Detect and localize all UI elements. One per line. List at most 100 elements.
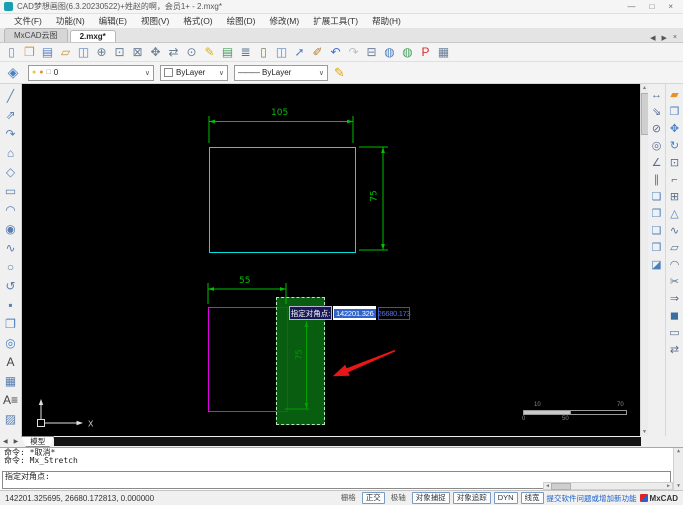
canvas-horizontal-scrollbar[interactable] (54, 437, 641, 446)
ellipse-icon[interactable]: ○ (2, 257, 20, 276)
open-folder-icon[interactable]: ▱ (57, 44, 74, 60)
status-toggle[interactable]: 对象捕捉 (411, 492, 450, 504)
menu-item[interactable]: 功能(N) (50, 14, 91, 28)
open-drawing-icon[interactable]: ❒ (21, 44, 38, 60)
color-pencil-icon[interactable]: ✎ (334, 65, 345, 81)
undo-icon[interactable]: ↶ (327, 44, 344, 60)
menu-item[interactable]: 帮助(H) (366, 14, 407, 28)
pedit-icon[interactable]: ▱ (667, 239, 683, 256)
status-toggle[interactable]: 栅格 (338, 493, 359, 503)
canvas-vertical-scrollbar[interactable]: ▲ ▼ (640, 84, 649, 436)
menu-item[interactable]: 扩展工具(T) (307, 14, 364, 28)
polygon2-icon[interactable]: ◇ (2, 162, 20, 181)
select-icon[interactable]: ➚ (291, 44, 308, 60)
dyn-x-input[interactable]: 142201.326 (333, 306, 376, 320)
tab-2mxg[interactable]: 2.mxg* (69, 30, 116, 42)
paste-icon[interactable]: ❑ (649, 222, 665, 239)
status-toggle[interactable]: 对象追踪 (452, 492, 491, 504)
layers-icon[interactable]: ◈ (4, 64, 22, 81)
publish-web-icon[interactable]: ◍ (381, 44, 398, 60)
move-icon[interactable]: ✥ (667, 120, 683, 137)
menu-item[interactable]: 修改(M) (263, 14, 305, 28)
command-window[interactable]: 命令: *取消*命令: Mx_Stretch以交叉窗口选择要拉伸的对象 指定对角… (0, 447, 683, 490)
draw-edit-icon[interactable]: ✎ (201, 44, 218, 60)
new-file-icon[interactable]: ▯ (3, 44, 20, 60)
scrollbar-thumb[interactable] (551, 482, 572, 490)
status-toggle[interactable]: DYN (493, 492, 518, 504)
command-vertical-scrollbar[interactable]: ▲ ▼ (673, 448, 683, 490)
arc-segment-icon[interactable]: ↷ (2, 124, 20, 143)
layer-dropdown[interactable]: ● ● □ 0 ∨ (28, 64, 154, 81)
circle-icon[interactable]: ◉ (2, 219, 20, 238)
image-icon[interactable]: ▦ (2, 371, 20, 390)
scroll-left-icon[interactable]: ◀ (544, 483, 551, 489)
print-icon[interactable]: ⊟ (363, 44, 380, 60)
menu-item[interactable]: 编辑(E) (93, 14, 133, 28)
zoom-object-icon[interactable]: ⊙ (183, 44, 200, 60)
status-toggle[interactable]: 正交 (361, 492, 385, 504)
save-as-icon[interactable]: ◫ (75, 44, 92, 60)
explode-icon[interactable]: ▭ (667, 324, 683, 341)
fillet-icon[interactable]: ◠ (667, 256, 683, 273)
menu-item[interactable]: 格式(O) (177, 14, 218, 28)
paste-block-icon[interactable]: ❒ (649, 239, 665, 256)
command-horizontal-scrollbar[interactable]: ◀ ▶ (543, 482, 673, 490)
save-file-icon[interactable]: ▤ (39, 44, 56, 60)
spline-icon[interactable]: ∿ (2, 238, 20, 257)
scroll-down-icon[interactable]: ▼ (642, 428, 647, 436)
linear-dim-icon[interactable]: ↔ (649, 86, 665, 103)
ray-icon[interactable]: ⇗ (2, 105, 20, 124)
erase-icon[interactable]: ▰ (667, 86, 683, 103)
aligned-dim-icon[interactable]: ⇘ (649, 103, 665, 120)
radius-dim-icon[interactable]: ◎ (649, 137, 665, 154)
tab-prev-icon[interactable]: ◀ (650, 34, 655, 42)
tab-next-icon[interactable]: ▶ (662, 34, 667, 42)
array-icon[interactable]: ⊞ (667, 188, 683, 205)
arc-icon[interactable]: ◠ (2, 200, 20, 219)
angular-dim-icon[interactable]: ∠ (649, 154, 665, 171)
text-icon[interactable]: A (2, 352, 20, 371)
diameter-dim-icon[interactable]: ⊘ (649, 120, 665, 137)
polygon-icon[interactable]: ⌂ (2, 143, 20, 162)
zoom-scale-icon[interactable]: ⇄ (165, 44, 182, 60)
dim-style-icon[interactable]: ∥ (649, 171, 665, 188)
tab-mxcad-cloud[interactable]: MxCAD云图 (4, 28, 68, 42)
trim-icon[interactable]: ✂ (667, 273, 683, 290)
close-button[interactable]: × (668, 2, 673, 11)
mtext-lines-icon[interactable]: ≣ (237, 44, 254, 60)
color-lines-icon[interactable]: ▤ (219, 44, 236, 60)
line-icon[interactable]: ╱ (2, 86, 20, 105)
point-icon[interactable]: ▪ (2, 295, 20, 314)
minimize-button[interactable]: — (627, 2, 635, 11)
zoom-window-icon[interactable]: ⊡ (111, 44, 128, 60)
scroll-right-icon[interactable]: ▶ (665, 483, 672, 489)
mtext-icon[interactable]: A≡ (2, 390, 20, 409)
notebook-icon[interactable]: ▯ (255, 44, 272, 60)
status-toggle[interactable]: 极轴 (388, 493, 409, 503)
block-icon[interactable]: ❐ (2, 314, 20, 333)
brush-edit-icon[interactable]: ✐ (309, 44, 326, 60)
layout-next-icon[interactable]: ▶ (11, 436, 22, 447)
rectangle-icon[interactable]: ▭ (2, 181, 20, 200)
block-3d-icon[interactable]: ◼ (667, 307, 683, 324)
menu-item[interactable]: 绘图(D) (221, 14, 262, 28)
menu-item[interactable]: 视图(V) (135, 14, 175, 28)
insert-image-icon[interactable]: ▦ (435, 44, 452, 60)
join-icon[interactable]: ⇄ (667, 341, 683, 358)
save-image-icon[interactable]: ◫ (273, 44, 290, 60)
hatch-icon[interactable]: ▨ (2, 409, 20, 428)
tab-close-icon[interactable]: × (673, 34, 677, 42)
network-icon[interactable]: ◍ (399, 44, 416, 60)
copy-icon[interactable]: ❐ (667, 103, 683, 120)
color-dropdown[interactable]: ByLayer ∨ (160, 64, 228, 81)
linetype-dropdown[interactable]: ——— ByLayer ∨ (234, 64, 328, 81)
pan-icon[interactable]: ✥ (147, 44, 164, 60)
mirror-icon[interactable]: △ (667, 205, 683, 222)
zoom-in-icon[interactable]: ⊕ (93, 44, 110, 60)
scroll-up-icon[interactable]: ▲ (642, 84, 647, 92)
revcloud-icon[interactable]: ↺ (2, 276, 20, 295)
drawing-canvas[interactable]: X 105 75 55 75 10 70 0 50 指定对角点: 142201.… (22, 84, 640, 436)
copy-clip-icon[interactable]: ❏ (649, 188, 665, 205)
scroll-down-icon[interactable]: ▼ (677, 483, 680, 490)
copy-base-icon[interactable]: ❐ (649, 205, 665, 222)
